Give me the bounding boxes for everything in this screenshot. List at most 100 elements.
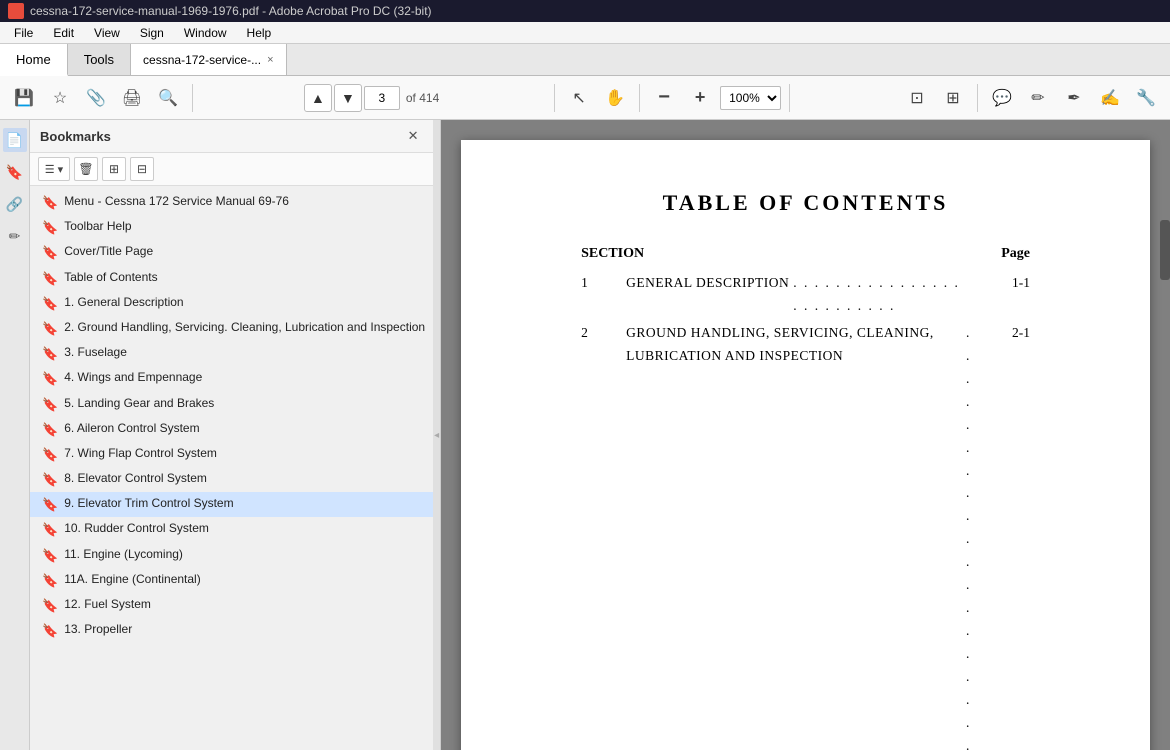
zoom-select[interactable]: 100% 75% 125% 150% bbox=[720, 86, 781, 110]
bookmark-icon-1: 🔖 bbox=[42, 219, 58, 237]
bookmark-item-8[interactable]: 🔖 5. Landing Gear and Brakes bbox=[30, 392, 433, 417]
draw-button[interactable]: ✒ bbox=[1058, 82, 1090, 114]
bookmark-item-2[interactable]: 🔖 Cover/Title Page bbox=[30, 240, 433, 265]
sidebar-icon-link[interactable]: 🔗 bbox=[3, 192, 27, 216]
search-button[interactable]: 🔍 bbox=[152, 82, 184, 114]
delete-bookmark-button[interactable]: 🗑 bbox=[74, 157, 98, 181]
highlight-button[interactable]: ✏ bbox=[1022, 82, 1054, 114]
bookmark-label-9: 6. Aileron Control System bbox=[64, 420, 199, 437]
bookmarks-options-button[interactable]: ☰ ▾ bbox=[38, 157, 70, 181]
sidebar-icon-bookmark[interactable]: 🔖 bbox=[3, 160, 27, 184]
toc-row-1: 2 GROUND HANDLING, SERVICING, CLEANING, … bbox=[541, 320, 1070, 750]
tab-close-button[interactable]: × bbox=[267, 54, 273, 66]
bookmark-icon-14: 🔖 bbox=[42, 547, 58, 565]
toc-title-1: GROUND HANDLING, SERVICING, CLEANING, LU… bbox=[626, 322, 970, 750]
bookmark-icon-4: 🔖 bbox=[42, 295, 58, 313]
bookmark-item-9[interactable]: 🔖6. Aileron Control System bbox=[30, 417, 433, 442]
comment-button[interactable]: 💬 bbox=[986, 82, 1018, 114]
menu-file[interactable]: File bbox=[6, 24, 41, 42]
sidebar-divider[interactable]: ◂ bbox=[433, 120, 441, 750]
page-down-button[interactable]: ▼ bbox=[334, 84, 362, 112]
window-title: cessna-172-service-manual-1969-1976.pdf … bbox=[30, 4, 432, 18]
toc-row-0: 1 GENERAL DESCRIPTION . . . . . . . . . … bbox=[541, 270, 1070, 320]
bookmarks-list: 🔖Menu - Cessna 172 Service Manual 69-76🔖… bbox=[30, 186, 433, 750]
toc-title-0: GENERAL DESCRIPTION . . . . . . . . . . … bbox=[626, 272, 970, 318]
zoom-out-button[interactable]: − bbox=[648, 82, 680, 114]
bookmark-item-3[interactable]: 🔖 Table of Contents bbox=[30, 266, 433, 291]
sign-button[interactable]: ✍ bbox=[1094, 82, 1126, 114]
marquee-zoom-button[interactable]: ⊞ bbox=[937, 82, 969, 114]
print-button[interactable]: 🖨 bbox=[116, 82, 148, 114]
bookmark-item-11[interactable]: 🔖8. Elevator Control System bbox=[30, 467, 433, 492]
bookmark-label-7: 4. Wings and Empennage bbox=[64, 369, 202, 386]
bookmark-icon-17: 🔖 bbox=[42, 622, 58, 640]
menu-view[interactable]: View bbox=[86, 24, 128, 42]
bookmark-item-12[interactable]: 🔖9. Elevator Trim Control System bbox=[30, 492, 433, 517]
nav-group: ▲ ▼ of 414 bbox=[304, 84, 443, 112]
app-icon bbox=[8, 3, 24, 19]
bookmark-button[interactable]: ☆ bbox=[44, 82, 76, 114]
menu-edit[interactable]: Edit bbox=[45, 24, 82, 42]
toc-header: SECTION Page bbox=[541, 246, 1070, 262]
close-bookmarks-button[interactable]: ✕ bbox=[403, 126, 423, 146]
separator-2 bbox=[554, 84, 555, 112]
bookmark-item-14[interactable]: 🔖11. Engine (Lycoming) bbox=[30, 543, 433, 568]
toc-num-1: 2 bbox=[581, 322, 626, 345]
bookmark-icon-3: 🔖 bbox=[42, 270, 58, 288]
bookmark-icon-2: 🔖 bbox=[42, 244, 58, 262]
menu-help[interactable]: Help bbox=[239, 24, 280, 42]
bookmark-icon-10: 🔖 bbox=[42, 446, 58, 464]
bookmark-label-0: Menu - Cessna 172 Service Manual 69-76 bbox=[64, 193, 289, 210]
main-area: 📄 🔖 🔗 ✏ Bookmarks ✕ ☰ ▾ 🗑 ⊞ ⊟ 🔖Menu - Ce… bbox=[0, 120, 1170, 750]
separator-4 bbox=[789, 84, 790, 112]
bookmarks-title: Bookmarks bbox=[40, 129, 111, 144]
bookmark-label-11: 8. Elevator Control System bbox=[64, 470, 207, 487]
bookmark-label-6: 3. Fuselage bbox=[64, 344, 127, 361]
bookmark-label-15: 11A. Engine (Continental) bbox=[64, 571, 201, 588]
left-panel: 📄 🔖 🔗 ✏ Bookmarks ✕ ☰ ▾ 🗑 ⊞ ⊟ 🔖Menu - Ce… bbox=[0, 120, 433, 750]
page-up-button[interactable]: ▲ bbox=[304, 84, 332, 112]
zoom-in-button[interactable]: + bbox=[684, 82, 716, 114]
save-button[interactable]: 💾 bbox=[8, 82, 40, 114]
toc-rows: 1 GENERAL DESCRIPTION . . . . . . . . . … bbox=[541, 270, 1070, 750]
bookmark-item-16[interactable]: 🔖12. Fuel System bbox=[30, 593, 433, 618]
bookmark-icon-8: 🔖 bbox=[42, 396, 58, 414]
bookmark-item-1[interactable]: 🔖Toolbar Help bbox=[30, 215, 433, 240]
expand-all-button[interactable]: ⊞ bbox=[102, 157, 126, 181]
sidebar-icon-comment[interactable]: ✏ bbox=[3, 224, 27, 248]
bookmark-icon-5: 🔖 bbox=[42, 320, 58, 338]
tab-home[interactable]: Home bbox=[0, 44, 68, 76]
toc-page-0: 1-1 bbox=[970, 272, 1030, 295]
bookmark-item-7[interactable]: 🔖4. Wings and Empennage bbox=[30, 366, 433, 391]
bookmark-item-10[interactable]: 🔖 7. Wing Flap Control System bbox=[30, 442, 433, 467]
pdf-area[interactable]: TABLE OF CONTENTS SECTION Page 1 GENERAL… bbox=[441, 120, 1170, 750]
collapse-all-button[interactable]: ⊟ bbox=[130, 157, 154, 181]
bookmark-label-10: 7. Wing Flap Control System bbox=[64, 445, 217, 462]
pdf-scrollbar-marker bbox=[1160, 220, 1170, 280]
bookmarks-toolbar: ☰ ▾ 🗑 ⊞ ⊟ bbox=[30, 153, 433, 186]
page-number-input[interactable] bbox=[364, 86, 400, 110]
sidebar-icon-page[interactable]: 📄 bbox=[3, 128, 27, 152]
bookmark-item-6[interactable]: 🔖3. Fuselage bbox=[30, 341, 433, 366]
bookmark-item-15[interactable]: 🔖 11A. Engine (Continental) bbox=[30, 568, 433, 593]
bookmark-label-2: Cover/Title Page bbox=[64, 243, 153, 260]
bookmark-item-4[interactable]: 🔖1. General Description bbox=[30, 291, 433, 316]
tools-panel-button[interactable]: 🔧 bbox=[1130, 82, 1162, 114]
tab-document[interactable]: cessna-172-service-... × bbox=[131, 44, 286, 75]
tab-tools[interactable]: Tools bbox=[68, 44, 131, 75]
fit-page-button[interactable]: ⊡ bbox=[901, 82, 933, 114]
bookmark-label-3: Table of Contents bbox=[64, 269, 157, 286]
bookmark-item-0[interactable]: 🔖Menu - Cessna 172 Service Manual 69-76 bbox=[30, 190, 433, 215]
bookmark-item-17[interactable]: 🔖13. Propeller bbox=[30, 618, 433, 643]
select-cursor-button[interactable]: ↖ bbox=[563, 82, 595, 114]
hand-tool-button[interactable]: ✋ bbox=[599, 82, 631, 114]
bookmark-icon-15: 🔖 bbox=[42, 572, 58, 590]
attach-button[interactable]: 📎 bbox=[80, 82, 112, 114]
bookmark-item-5[interactable]: 🔖 2. Ground Handling, Servicing. Cleaning… bbox=[30, 316, 433, 341]
menu-sign[interactable]: Sign bbox=[132, 24, 172, 42]
bookmark-item-13[interactable]: 🔖10. Rudder Control System bbox=[30, 517, 433, 542]
bookmark-label-8: 5. Landing Gear and Brakes bbox=[64, 395, 214, 412]
bookmark-label-5: 2. Ground Handling, Servicing. Cleaning,… bbox=[64, 319, 425, 336]
bookmarks-panel: Bookmarks ✕ ☰ ▾ 🗑 ⊞ ⊟ 🔖Menu - Cessna 172… bbox=[30, 120, 433, 750]
menu-window[interactable]: Window bbox=[176, 24, 235, 42]
